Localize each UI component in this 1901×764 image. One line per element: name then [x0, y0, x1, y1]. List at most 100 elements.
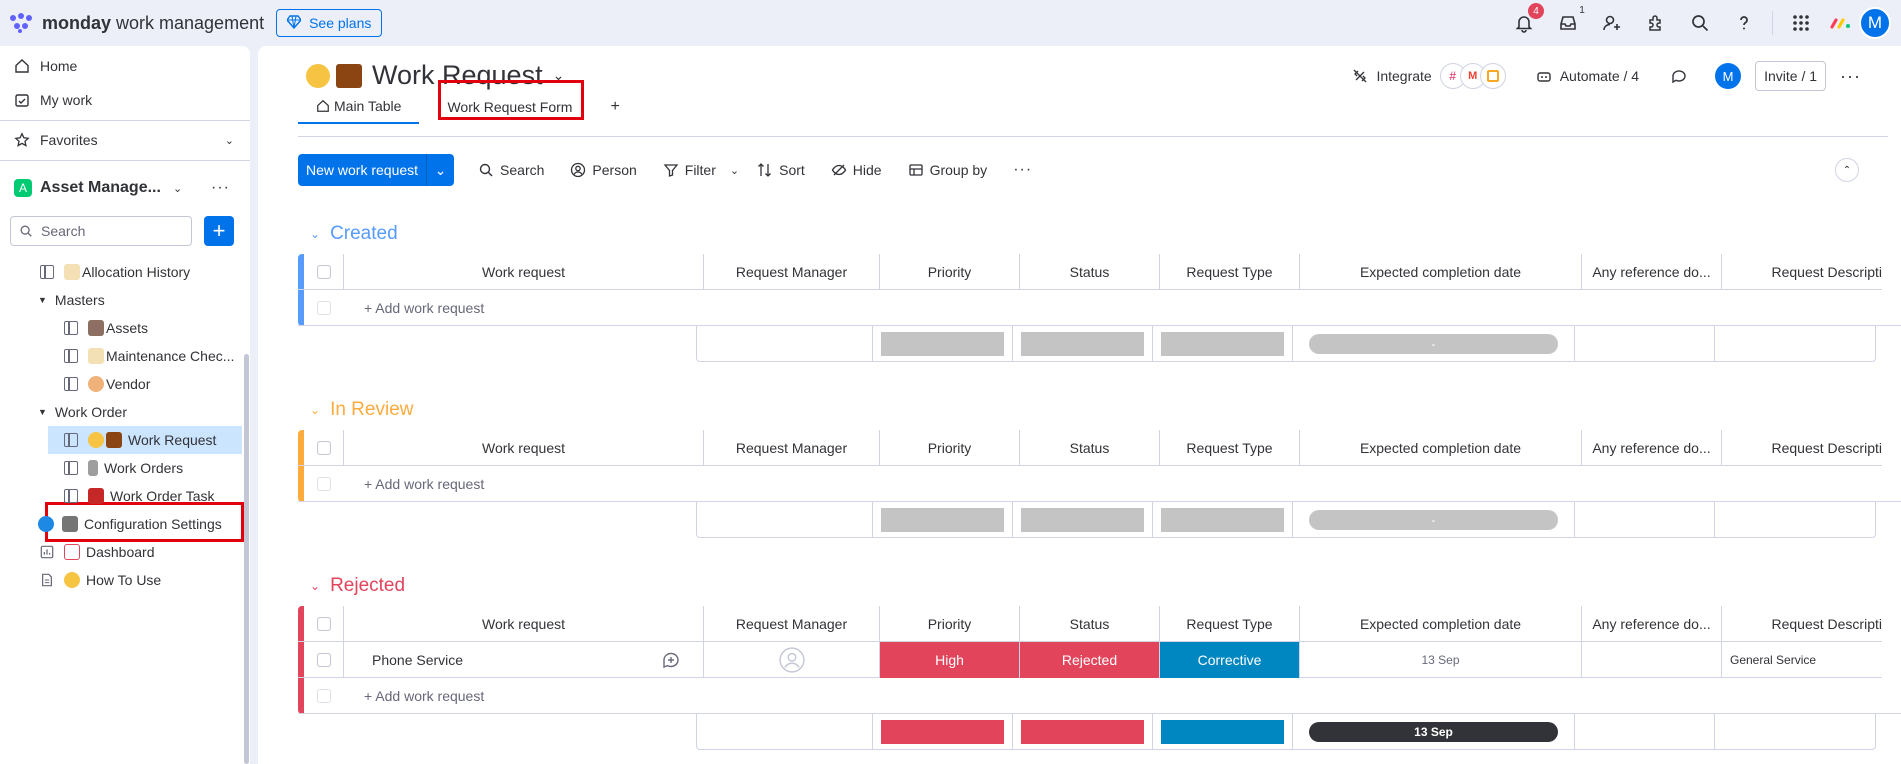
column-header[interactable]: Status — [1020, 430, 1160, 466]
column-header[interactable]: Request Type — [1160, 606, 1300, 642]
see-plans-button[interactable]: See plans — [276, 9, 383, 37]
column-header[interactable]: Any reference do... — [1582, 254, 1722, 290]
more-icon[interactable]: ··· — [1013, 161, 1032, 179]
column-header[interactable]: Request Manager — [704, 606, 880, 642]
sidebar-item-work-request[interactable]: Work Request — [48, 426, 242, 454]
column-header[interactable]: Request Type — [1160, 430, 1300, 466]
inbox-button[interactable]: 1 — [1546, 0, 1590, 46]
search-button[interactable]: Search — [478, 162, 544, 178]
comment-icon[interactable] — [1671, 68, 1687, 84]
status-cell[interactable]: Rejected — [1020, 642, 1160, 678]
item-name[interactable]: Phone Service — [344, 642, 639, 678]
sidebar-folder-work-order[interactable]: ▼ Work Order — [38, 398, 127, 426]
invite-button[interactable]: Invite / 1 — [1755, 61, 1827, 91]
hide-button[interactable]: Hide — [831, 162, 882, 178]
group-title[interactable]: ⌄ In Review — [310, 398, 413, 422]
column-header[interactable]: Request Descripti — [1722, 606, 1883, 642]
column-header[interactable]: Status — [1020, 606, 1160, 642]
column-header[interactable]: Any reference do... — [1582, 430, 1722, 466]
new-work-request-button[interactable]: New work request ⌄ — [298, 154, 455, 186]
column-header[interactable]: Expected completion date — [1300, 606, 1582, 642]
column-header[interactable]: Request Manager — [704, 254, 880, 290]
sidebar-item-vendor[interactable]: Vendor — [64, 370, 150, 398]
sidebar-search-input[interactable]: Search — [10, 216, 192, 246]
sort-button[interactable]: Sort — [757, 162, 805, 178]
add-item-button[interactable]: + — [204, 216, 234, 246]
column-header[interactable]: Request Manager — [704, 430, 880, 466]
select-all-checkbox[interactable] — [304, 606, 344, 642]
group-by-button[interactable]: Group by — [908, 162, 987, 178]
column-header[interactable]: Priority — [880, 254, 1020, 290]
reference-cell[interactable] — [1582, 642, 1722, 678]
sidebar-item-dashboard[interactable]: Dashboard — [40, 538, 155, 566]
priority-cell[interactable]: High — [880, 642, 1020, 678]
board-owner-avatar[interactable]: M — [1715, 63, 1742, 89]
column-header[interactable]: Request Type — [1160, 254, 1300, 290]
column-header[interactable]: Status — [1020, 254, 1160, 290]
sidebar-item-favorites[interactable]: Favorites ⌄ — [14, 126, 234, 154]
sidebar-item-allocation-history[interactable]: Allocation History — [40, 258, 190, 286]
filter-button[interactable]: Filter ⌄ — [663, 162, 739, 178]
collapse-toolbar-button[interactable]: ⌃ — [1835, 158, 1859, 182]
automate-button[interactable]: Automate / 4 — [1560, 68, 1639, 84]
chevron-down-icon[interactable]: ⌄ — [730, 164, 739, 177]
column-header[interactable]: Priority — [880, 430, 1020, 466]
sidebar-scrollbar[interactable] — [244, 354, 249, 764]
add-view-button[interactable]: + — [592, 90, 637, 124]
sidebar-item-work-orders[interactable]: Work Orders — [64, 454, 183, 482]
help-button[interactable] — [1722, 0, 1766, 46]
chevron-down-icon[interactable]: ⌄ — [426, 154, 454, 186]
integrate-button[interactable]: Integrate — [1376, 68, 1431, 84]
date-cell[interactable]: 13 Sep — [1300, 642, 1582, 678]
notifications-button[interactable]: 4 — [1502, 0, 1546, 46]
column-header[interactable]: Expected completion date — [1300, 254, 1582, 290]
column-header[interactable]: Request Descripti — [1722, 254, 1883, 290]
sidebar-item-work-order-task[interactable]: Work Order Task — [64, 482, 215, 510]
sidebar-folder-masters[interactable]: ▼ Masters — [38, 286, 105, 314]
search-icon — [20, 225, 32, 237]
select-all-checkbox[interactable] — [304, 430, 344, 466]
apps-button[interactable] — [1634, 0, 1678, 46]
table-row[interactable]: Phone Service High Rejected Corrective 1… — [298, 642, 1882, 678]
search-button[interactable] — [1678, 0, 1722, 46]
sidebar-item-home[interactable]: Home — [14, 52, 77, 80]
row-checkbox[interactable] — [304, 466, 344, 502]
row-checkbox[interactable] — [304, 678, 344, 714]
tab-main-table[interactable]: Main Table — [298, 90, 420, 124]
group-title[interactable]: ⌄ Created — [310, 222, 398, 246]
more-icon[interactable]: ··· — [1840, 66, 1861, 87]
chevron-down-icon[interactable]: ⌄ — [310, 227, 320, 241]
chevron-down-icon[interactable]: ⌄ — [310, 403, 320, 417]
select-all-checkbox[interactable] — [304, 254, 344, 290]
sidebar-item-how-to-use[interactable]: How To Use — [40, 566, 161, 594]
chevron-down-icon[interactable]: ⌄ — [310, 579, 320, 593]
add-update-button[interactable] — [639, 642, 704, 678]
column-header[interactable]: Request Descripti — [1722, 430, 1883, 466]
workspace-selector[interactable]: A Asset Manage... ⌄ ··· — [14, 174, 234, 202]
description-cell[interactable]: General Service — [1722, 642, 1882, 678]
request-manager-cell[interactable] — [704, 642, 880, 678]
column-header[interactable]: Work request — [344, 430, 704, 466]
monday-logo[interactable]: monday work management — [10, 13, 264, 34]
more-icon[interactable]: ··· — [211, 179, 230, 197]
column-header[interactable]: Any reference do... — [1582, 606, 1722, 642]
product-switcher-button[interactable] — [1779, 0, 1823, 46]
column-header[interactable]: Work request — [344, 254, 704, 290]
column-header[interactable]: Priority — [880, 606, 1020, 642]
sidebar-item-configuration-settings[interactable]: Configuration Settings — [38, 510, 222, 538]
add-item-button[interactable]: + Add work request — [344, 466, 644, 502]
sidebar-item-assets[interactable]: Assets — [64, 314, 148, 342]
user-avatar[interactable]: M — [1859, 7, 1891, 39]
column-header[interactable]: Expected completion date — [1300, 430, 1582, 466]
add-item-button[interactable]: + Add work request — [344, 290, 644, 326]
person-filter-button[interactable]: Person — [570, 162, 637, 178]
request-type-cell[interactable]: Corrective — [1160, 642, 1300, 678]
group-title[interactable]: ⌄ Rejected — [310, 574, 405, 598]
column-header[interactable]: Work request — [344, 606, 704, 642]
sidebar-item-my-work[interactable]: My work — [14, 86, 92, 114]
sidebar-item-maintenance-checklist[interactable]: Maintenance Chec... — [64, 342, 234, 370]
add-item-button[interactable]: + Add work request — [344, 678, 644, 714]
row-checkbox[interactable] — [304, 290, 344, 326]
row-checkbox[interactable] — [304, 642, 344, 678]
invite-members-button[interactable] — [1590, 0, 1634, 46]
